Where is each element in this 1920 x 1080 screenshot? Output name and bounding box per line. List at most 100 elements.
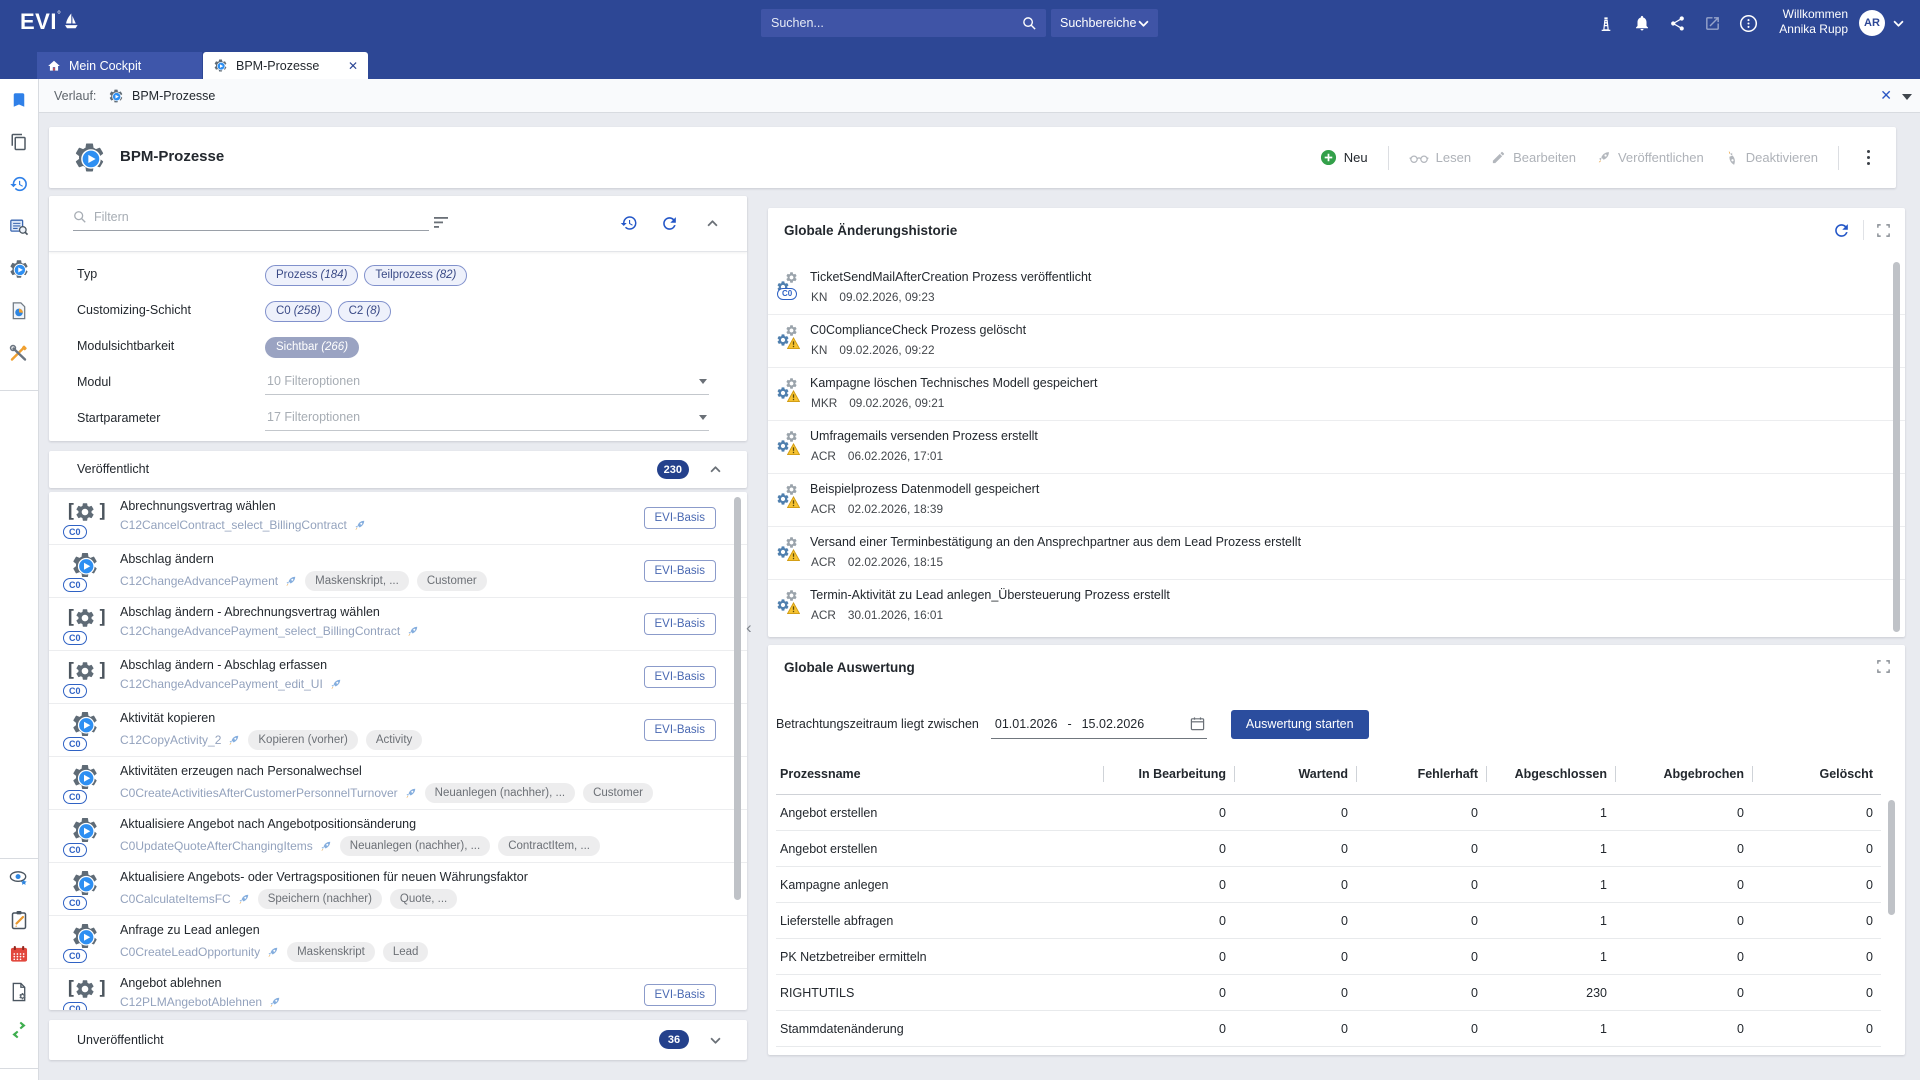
expand-icon[interactable] bbox=[1876, 223, 1891, 238]
user-menu-chevron-icon[interactable] bbox=[1893, 20, 1904, 27]
column-header-wartend[interactable]: Wartend bbox=[1234, 753, 1356, 794]
cell-geloescht: 0 bbox=[1752, 1011, 1881, 1046]
search-scope-dropdown[interactable]: Suchbereiche bbox=[1051, 9, 1158, 37]
sidebar-item-bookmarks[interactable] bbox=[10, 91, 28, 109]
evaluation-table-row[interactable]: Lieferstelle abfragen 0 0 0 1 0 0 bbox=[776, 903, 1881, 939]
published-section-header[interactable]: Veröffentlicht 230 bbox=[49, 451, 747, 488]
table-scrollbar[interactable] bbox=[1888, 800, 1895, 915]
column-header-abgebrochen[interactable]: Abgebrochen bbox=[1615, 753, 1752, 794]
tab-label: BPM-Prozesse bbox=[236, 59, 319, 73]
process-list-item[interactable]: C0 [ ] C0 Aktivitäten erzeugen nach Pers… bbox=[49, 757, 747, 810]
tab-bpm-prozesse[interactable]: BPM-Prozesse ✕ bbox=[203, 52, 368, 79]
avatar[interactable]: AR bbox=[1859, 10, 1885, 36]
calendar-picker-icon[interactable] bbox=[1190, 716, 1205, 731]
expand-icon[interactable] bbox=[1876, 659, 1891, 674]
evaluation-table-row[interactable]: Angebot erstellen 0 0 0 1 0 0 bbox=[776, 831, 1881, 867]
history-scrollbar[interactable] bbox=[1893, 262, 1900, 632]
refresh-icon[interactable] bbox=[660, 214, 679, 233]
filter-chip-prozess[interactable]: Prozess(184) bbox=[265, 265, 358, 286]
process-list-item[interactable]: C0 [ ] C0 Abschlag ändern - Abrechnungsv… bbox=[49, 598, 747, 651]
evaluation-table-row[interactable]: Angebot erstellen 0 0 0 1 0 0 bbox=[776, 795, 1881, 831]
evaluation-table-row[interactable]: Stammdatenänderung 0 0 0 1 0 0 bbox=[776, 1011, 1881, 1047]
deaktivieren-button[interactable]: Deaktivieren bbox=[1724, 150, 1818, 165]
auswertung-starten-button[interactable]: Auswertung starten bbox=[1231, 710, 1369, 739]
search-input[interactable] bbox=[761, 16, 1022, 30]
neu-button[interactable]: Neu bbox=[1320, 149, 1368, 166]
more-options-icon[interactable] bbox=[1738, 13, 1758, 33]
chevron-down-icon[interactable] bbox=[710, 1037, 721, 1044]
filter-chip-c2[interactable]: C2(8) bbox=[338, 301, 392, 322]
panel-splitter-chevron[interactable]: ‹ bbox=[746, 618, 752, 638]
evaluation-table-row[interactable]: Kampagne anlegen 0 0 0 1 0 0 bbox=[776, 867, 1881, 903]
app-logo[interactable]: EVI° bbox=[20, 9, 79, 35]
history-list-item[interactable]: Beispielprozess Datenmodell gespeichert … bbox=[768, 474, 1905, 527]
history-list-item[interactable]: Umfragemails versenden Prozess erstellt … bbox=[768, 421, 1905, 474]
filter-chip-teilprozess[interactable]: Teilprozess(82) bbox=[364, 265, 467, 286]
bearbeiten-button[interactable]: Bearbeiten bbox=[1491, 150, 1576, 165]
process-technical-name: C12PLMAngebotAblehnen bbox=[120, 995, 262, 1009]
filter-toolbar bbox=[49, 196, 747, 252]
process-list-item[interactable]: C0 [ ] C0 Anfrage zu Lead anlegen C0Crea… bbox=[49, 916, 747, 969]
sort-icon[interactable] bbox=[433, 216, 450, 230]
sidebar-item-reports[interactable] bbox=[10, 302, 29, 321]
period-date-range-input[interactable]: 01.01.2026 - 15.02.2026 bbox=[991, 709, 1207, 739]
chevron-up-icon[interactable] bbox=[710, 466, 721, 473]
sidebar-item-admin-tools[interactable] bbox=[9, 343, 29, 363]
unpublished-section-header[interactable]: Unveröffentlicht 36 bbox=[49, 1020, 747, 1060]
filter-chip-sichtbar[interactable]: Sichtbar(266) bbox=[265, 337, 359, 358]
filter-input[interactable] bbox=[94, 210, 394, 224]
history-list-item[interactable]: Kampagne löschen Technisches Modell gesp… bbox=[768, 368, 1905, 421]
sidebar-item-notes[interactable] bbox=[10, 910, 28, 930]
evaluation-table: Prozessname In Bearbeitung Wartend Fehle… bbox=[776, 753, 1881, 1047]
collapse-chevron-icon[interactable] bbox=[707, 220, 718, 227]
column-header-geloescht[interactable]: Gelöscht bbox=[1752, 753, 1881, 794]
sidebar-item-calendar[interactable] bbox=[10, 945, 29, 963]
share-icon[interactable] bbox=[1667, 13, 1687, 33]
refresh-icon[interactable] bbox=[1832, 221, 1851, 240]
evaluation-table-row[interactable]: RIGHTUTILS 0 0 0 230 0 0 bbox=[776, 975, 1881, 1011]
list-scrollbar[interactable] bbox=[734, 497, 741, 900]
sidebar-item-document-settings[interactable] bbox=[10, 982, 29, 1002]
sidebar-item-bpm-processes[interactable] bbox=[8, 258, 30, 280]
sidebar-item-history[interactable] bbox=[10, 175, 29, 194]
history-list-item[interactable]: C0ComplianceCheck Prozess gelöscht KN 09… bbox=[768, 315, 1905, 368]
process-list-item[interactable]: C0 [ ] C0 Abschlag ändern C12ChangeAdvan… bbox=[49, 545, 747, 598]
modul-select[interactable]: 10 Filteroptionen bbox=[265, 369, 709, 395]
tab-close-icon[interactable]: ✕ bbox=[348, 59, 358, 73]
veroeffentlichen-button[interactable]: Veröffentlichen bbox=[1596, 150, 1704, 165]
history-list-item[interactable]: C0 TicketSendMailAfterCreation Prozess v… bbox=[768, 262, 1905, 315]
breadcrumb-close-icon[interactable]: ✕ bbox=[1880, 87, 1892, 104]
process-list-item[interactable]: C0 [ ] C0 Aktualisiere Angebots- oder Ve… bbox=[49, 863, 747, 916]
history-list-item[interactable]: Versand einer Terminbestätigung an den A… bbox=[768, 527, 1905, 580]
column-header-abgeschlossen[interactable]: Abgeschlossen bbox=[1486, 753, 1615, 794]
cell-fehlerhaft: 0 bbox=[1356, 975, 1486, 1010]
lesen-button[interactable]: Lesen bbox=[1409, 150, 1471, 165]
search-icon[interactable] bbox=[1022, 16, 1037, 31]
cell-abgeschlossen: 1 bbox=[1486, 867, 1615, 902]
startparameter-select[interactable]: 17 Filteroptionen bbox=[265, 405, 709, 431]
lighthouse-icon[interactable] bbox=[1596, 13, 1616, 33]
sidebar-item-windows[interactable] bbox=[10, 133, 28, 151]
published-rocket-icon bbox=[268, 996, 281, 1009]
sidebar-item-process-search[interactable] bbox=[9, 217, 29, 237]
column-header-in-bearbeitung[interactable]: In Bearbeitung bbox=[1103, 753, 1234, 794]
breadcrumb-item[interactable]: BPM-Prozesse bbox=[132, 89, 215, 103]
more-actions-kebab-icon[interactable] bbox=[1859, 146, 1878, 169]
process-list-item[interactable]: C0 [ ] C0 Aktualisiere Angebot nach Ange… bbox=[49, 810, 747, 863]
history-list-item[interactable]: Termin-Aktivität zu Lead anlegen_Überste… bbox=[768, 580, 1905, 633]
process-list-item[interactable]: C0 [ ] C0 Abschlag ändern - Abschlag erf… bbox=[49, 651, 747, 704]
filter-history-icon[interactable] bbox=[620, 214, 638, 232]
column-header-fehlerhaft[interactable]: Fehlerhaft bbox=[1356, 753, 1486, 794]
breadcrumb-dropdown-icon[interactable] bbox=[1902, 94, 1912, 100]
sidebar-item-watchlist[interactable] bbox=[9, 869, 30, 887]
history-list: C0 TicketSendMailAfterCreation Prozess v… bbox=[768, 262, 1905, 633]
filter-chip-c0[interactable]: C0(258) bbox=[265, 301, 332, 322]
process-list-item[interactable]: C0 [ ] C0 Abrechnungsvertrag wählen C12C… bbox=[49, 492, 747, 545]
process-list-item[interactable]: C0 [ ] C0 Aktivität kopieren C12CopyActi… bbox=[49, 704, 747, 757]
process-list-item[interactable]: C0 [ ] C0 Angebot ablehnen C12PLMAngebot… bbox=[49, 969, 747, 1010]
sidebar-item-data-exchange[interactable] bbox=[9, 1021, 29, 1039]
tab-mein-cockpit[interactable]: Mein Cockpit bbox=[37, 52, 202, 79]
column-header-prozessname[interactable]: Prozessname bbox=[776, 753, 1103, 794]
notifications-bell-icon[interactable] bbox=[1632, 13, 1652, 33]
evaluation-table-row[interactable]: PK Netzbetreiber ermitteln 0 0 0 1 0 0 bbox=[776, 939, 1881, 975]
